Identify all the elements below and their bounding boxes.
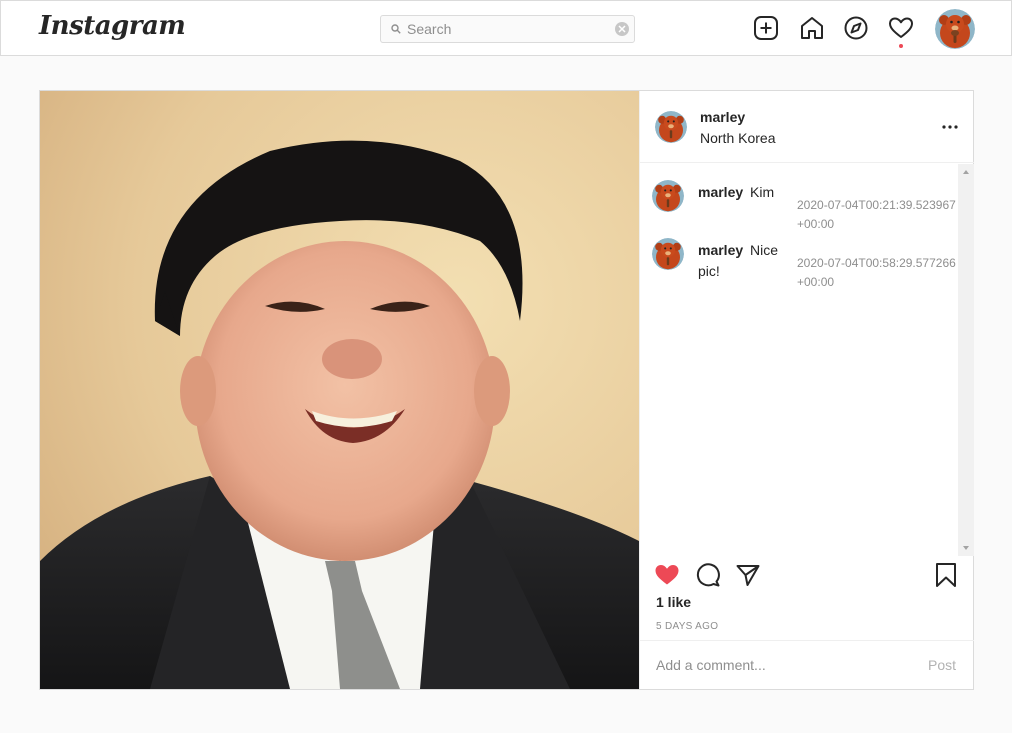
add-comment-bar: Post xyxy=(640,640,974,689)
profile-avatar[interactable] xyxy=(935,9,975,49)
comment-username[interactable]: marley xyxy=(698,184,743,200)
bear-avatar-icon xyxy=(652,180,684,212)
comment-text: marley Nice pic! xyxy=(698,240,788,282)
comment-timestamp: 2020-07-04T00:58:29.577266+00:00 xyxy=(797,256,956,289)
search-icon xyxy=(391,24,401,34)
bear-avatar-icon xyxy=(935,9,975,49)
commenter-avatar[interactable] xyxy=(652,180,684,212)
comment-timestamp: 2020-07-04T00:21:39.523967+00:00 xyxy=(797,198,956,231)
comment-text: marley Kim xyxy=(698,182,788,203)
post-sidebar: marley North Korea marley Kim 2020-07-04… xyxy=(639,91,974,689)
explore-icon[interactable] xyxy=(843,15,869,41)
post-actions xyxy=(640,556,974,596)
post-age: 5 DAYS AGO xyxy=(656,621,719,632)
scroll-down-icon[interactable] xyxy=(963,546,969,550)
close-icon xyxy=(618,25,626,33)
scroll-up-icon[interactable] xyxy=(963,170,969,174)
add-comment-input[interactable] xyxy=(656,655,906,675)
comment-item: marley Nice pic! 2020-07-04T00:58:29.577… xyxy=(640,238,958,298)
comment-icon[interactable] xyxy=(695,562,721,588)
comment-username[interactable]: marley xyxy=(698,242,743,258)
bookmark-icon[interactable] xyxy=(933,562,959,588)
search-box[interactable] xyxy=(380,15,635,43)
like-count[interactable]: 1 like xyxy=(656,594,691,610)
post-comment-button[interactable]: Post xyxy=(928,657,956,673)
new-post-icon[interactable] xyxy=(753,15,779,41)
home-icon[interactable] xyxy=(799,15,825,41)
bear-avatar-icon xyxy=(655,111,687,143)
author-avatar[interactable] xyxy=(655,111,687,143)
author-username[interactable]: marley xyxy=(700,109,745,125)
comment-body: Kim xyxy=(750,184,775,200)
post-card: marley North Korea marley Kim 2020-07-04… xyxy=(39,90,974,690)
clear-search-button[interactable] xyxy=(615,22,629,36)
activity-heart-icon[interactable] xyxy=(888,15,914,41)
share-icon[interactable] xyxy=(735,562,761,588)
bear-avatar-icon xyxy=(652,238,684,270)
comments-list[interactable]: marley Kim 2020-07-04T00:21:39.523967+00… xyxy=(640,164,974,556)
portrait-photo xyxy=(40,91,639,689)
more-options-icon[interactable] xyxy=(940,119,960,135)
top-navbar: Instagram xyxy=(0,0,1012,56)
post-photo[interactable] xyxy=(40,91,639,689)
search-input[interactable] xyxy=(407,19,607,39)
comment-item: marley Kim 2020-07-04T00:21:39.523967+00… xyxy=(640,180,958,240)
notification-dot xyxy=(899,44,903,48)
commenter-avatar[interactable] xyxy=(652,238,684,270)
like-heart-icon[interactable] xyxy=(654,562,680,588)
post-location[interactable]: North Korea xyxy=(700,130,775,146)
instagram-logo[interactable]: Instagram xyxy=(39,11,186,41)
post-header: marley North Korea xyxy=(640,91,974,163)
comments-scrollbar[interactable] xyxy=(958,164,974,556)
